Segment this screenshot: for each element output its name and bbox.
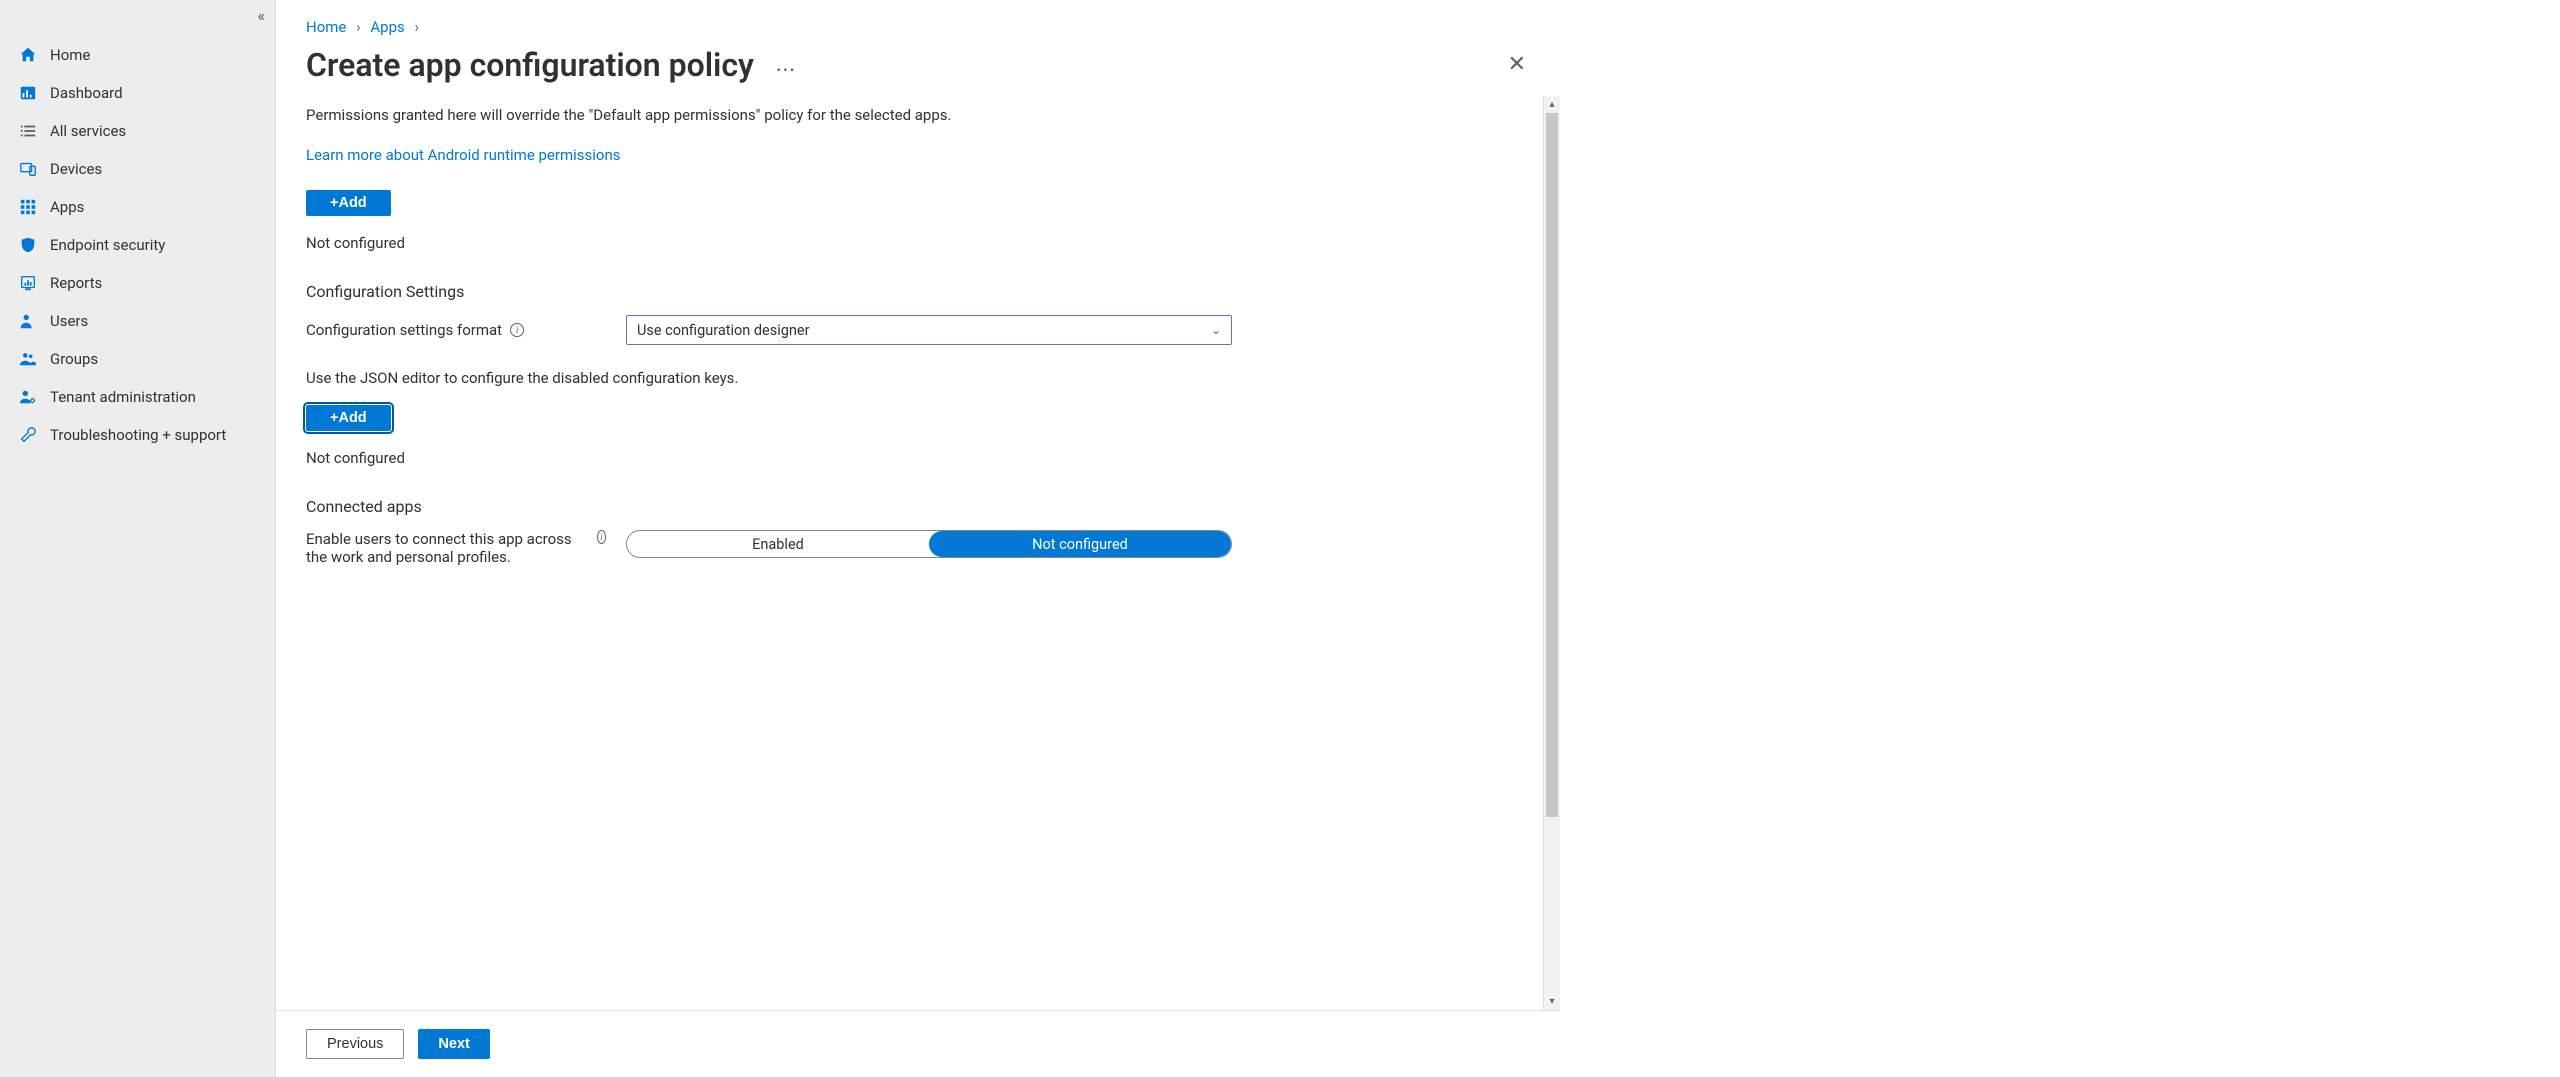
scroll-up-arrow-icon[interactable]: ▴ (1549, 96, 1554, 113)
scrollbar-track[interactable] (1544, 113, 1560, 993)
sidebar-item-label: Users (50, 312, 88, 330)
sidebar-item-groups[interactable]: Groups (0, 340, 275, 378)
config-format-value: Use configuration designer (637, 322, 810, 339)
sidebar-list: Home Dashboard All services Devices Apps (0, 36, 275, 454)
scroll-content: Permissions granted here will override t… (276, 96, 1560, 1010)
connected-apps-row: Enable users to connect this app across … (306, 530, 1520, 566)
sidebar-item-label: Devices (50, 160, 102, 178)
sidebar-item-tenant-administration[interactable]: Tenant administration (0, 378, 275, 416)
list-icon (18, 121, 38, 141)
scroll-wrap: Permissions granted here will override t… (276, 96, 1560, 1010)
page-header: Create app configuration policy ⋯ ✕ (276, 36, 1560, 96)
wrench-icon (18, 425, 38, 445)
add-permission-button[interactable]: +Add (306, 190, 391, 216)
sidebar-item-dashboard[interactable]: Dashboard (0, 74, 275, 112)
dashboard-icon (18, 83, 38, 103)
config-format-row: Configuration settings format i Use conf… (306, 315, 1520, 345)
sidebar-item-label: Groups (50, 350, 98, 368)
page-title: Create app configuration policy (306, 46, 754, 84)
permissions-status: Not configured (306, 234, 1520, 252)
apps-icon (18, 197, 38, 217)
breadcrumb: Home › Apps › (276, 0, 1560, 36)
sidebar-item-label: Troubleshooting + support (50, 426, 226, 444)
sidebar-item-devices[interactable]: Devices (0, 150, 275, 188)
breadcrumb-home[interactable]: Home (306, 18, 346, 36)
blank-region (1560, 0, 2560, 1077)
reports-icon (18, 273, 38, 293)
scroll-down-arrow-icon[interactable]: ▾ (1549, 993, 1554, 1010)
sidebar-item-label: Apps (50, 198, 84, 216)
sidebar-item-reports[interactable]: Reports (0, 264, 275, 302)
info-icon[interactable]: i (510, 323, 524, 337)
devices-icon (18, 159, 38, 179)
configuration-status: Not configured (306, 449, 1520, 467)
sidebar-item-label: All services (50, 122, 126, 140)
info-icon[interactable]: i (597, 530, 606, 544)
main-panel: Home › Apps › Create app configuration p… (276, 0, 1560, 1077)
previous-button[interactable]: Previous (306, 1029, 404, 1059)
sidebar-item-label: Dashboard (50, 84, 123, 102)
learn-more-link[interactable]: Learn more about Android runtime permiss… (306, 146, 620, 164)
config-format-label-cell: Configuration settings format i (306, 321, 606, 339)
breadcrumb-apps[interactable]: Apps (370, 18, 404, 36)
sidebar-item-endpoint-security[interactable]: Endpoint security (0, 226, 275, 264)
connected-apps-label: Enable users to connect this app across … (306, 530, 589, 566)
scrollbar-thumb[interactable] (1546, 113, 1558, 817)
tenant-admin-icon (18, 387, 38, 407)
breadcrumb-separator: › (408, 18, 425, 36)
connected-apps-toggle: Enabled Not configured (626, 530, 1232, 558)
add-configuration-button[interactable]: +Add (306, 405, 391, 431)
sidebar-item-all-services[interactable]: All services (0, 112, 275, 150)
connected-apps-title: Connected apps (306, 497, 1520, 516)
user-icon (18, 311, 38, 331)
breadcrumb-separator: › (350, 18, 367, 36)
sidebar-item-label: Tenant administration (50, 388, 196, 406)
config-format-label: Configuration settings format (306, 321, 502, 339)
sidebar-item-users[interactable]: Users (0, 302, 275, 340)
sidebar: « Home Dashboard All services Devices (0, 0, 276, 1077)
home-icon (18, 45, 38, 65)
sidebar-item-label: Reports (50, 274, 102, 292)
sidebar-item-label: Home (50, 46, 90, 64)
connected-apps-label-cell: Enable users to connect this app across … (306, 530, 606, 566)
sidebar-item-home[interactable]: Home (0, 36, 275, 74)
config-format-select[interactable]: Use configuration designer ⌄ (626, 315, 1232, 345)
chevron-down-icon: ⌄ (1211, 323, 1221, 337)
vertical-scrollbar[interactable]: ▴ ▾ (1543, 96, 1560, 1010)
footer-buttons: Previous Next (276, 1010, 1560, 1077)
sidebar-item-label: Endpoint security (50, 236, 165, 254)
toggle-not-configured[interactable]: Not configured (929, 531, 1231, 557)
groups-icon (18, 349, 38, 369)
next-button[interactable]: Next (418, 1029, 489, 1059)
permissions-description: Permissions granted here will override t… (306, 106, 1520, 124)
json-helper-text: Use the JSON editor to configure the dis… (306, 369, 1520, 387)
configuration-settings-title: Configuration Settings (306, 282, 1520, 301)
more-actions-icon[interactable]: ⋯ (775, 57, 795, 81)
sidebar-collapse-icon[interactable]: « (257, 8, 265, 24)
shield-icon (18, 235, 38, 255)
sidebar-item-apps[interactable]: Apps (0, 188, 275, 226)
toggle-enabled[interactable]: Enabled (627, 531, 929, 557)
sidebar-item-troubleshooting[interactable]: Troubleshooting + support (0, 416, 275, 454)
close-icon[interactable]: ✕ (1504, 50, 1530, 80)
